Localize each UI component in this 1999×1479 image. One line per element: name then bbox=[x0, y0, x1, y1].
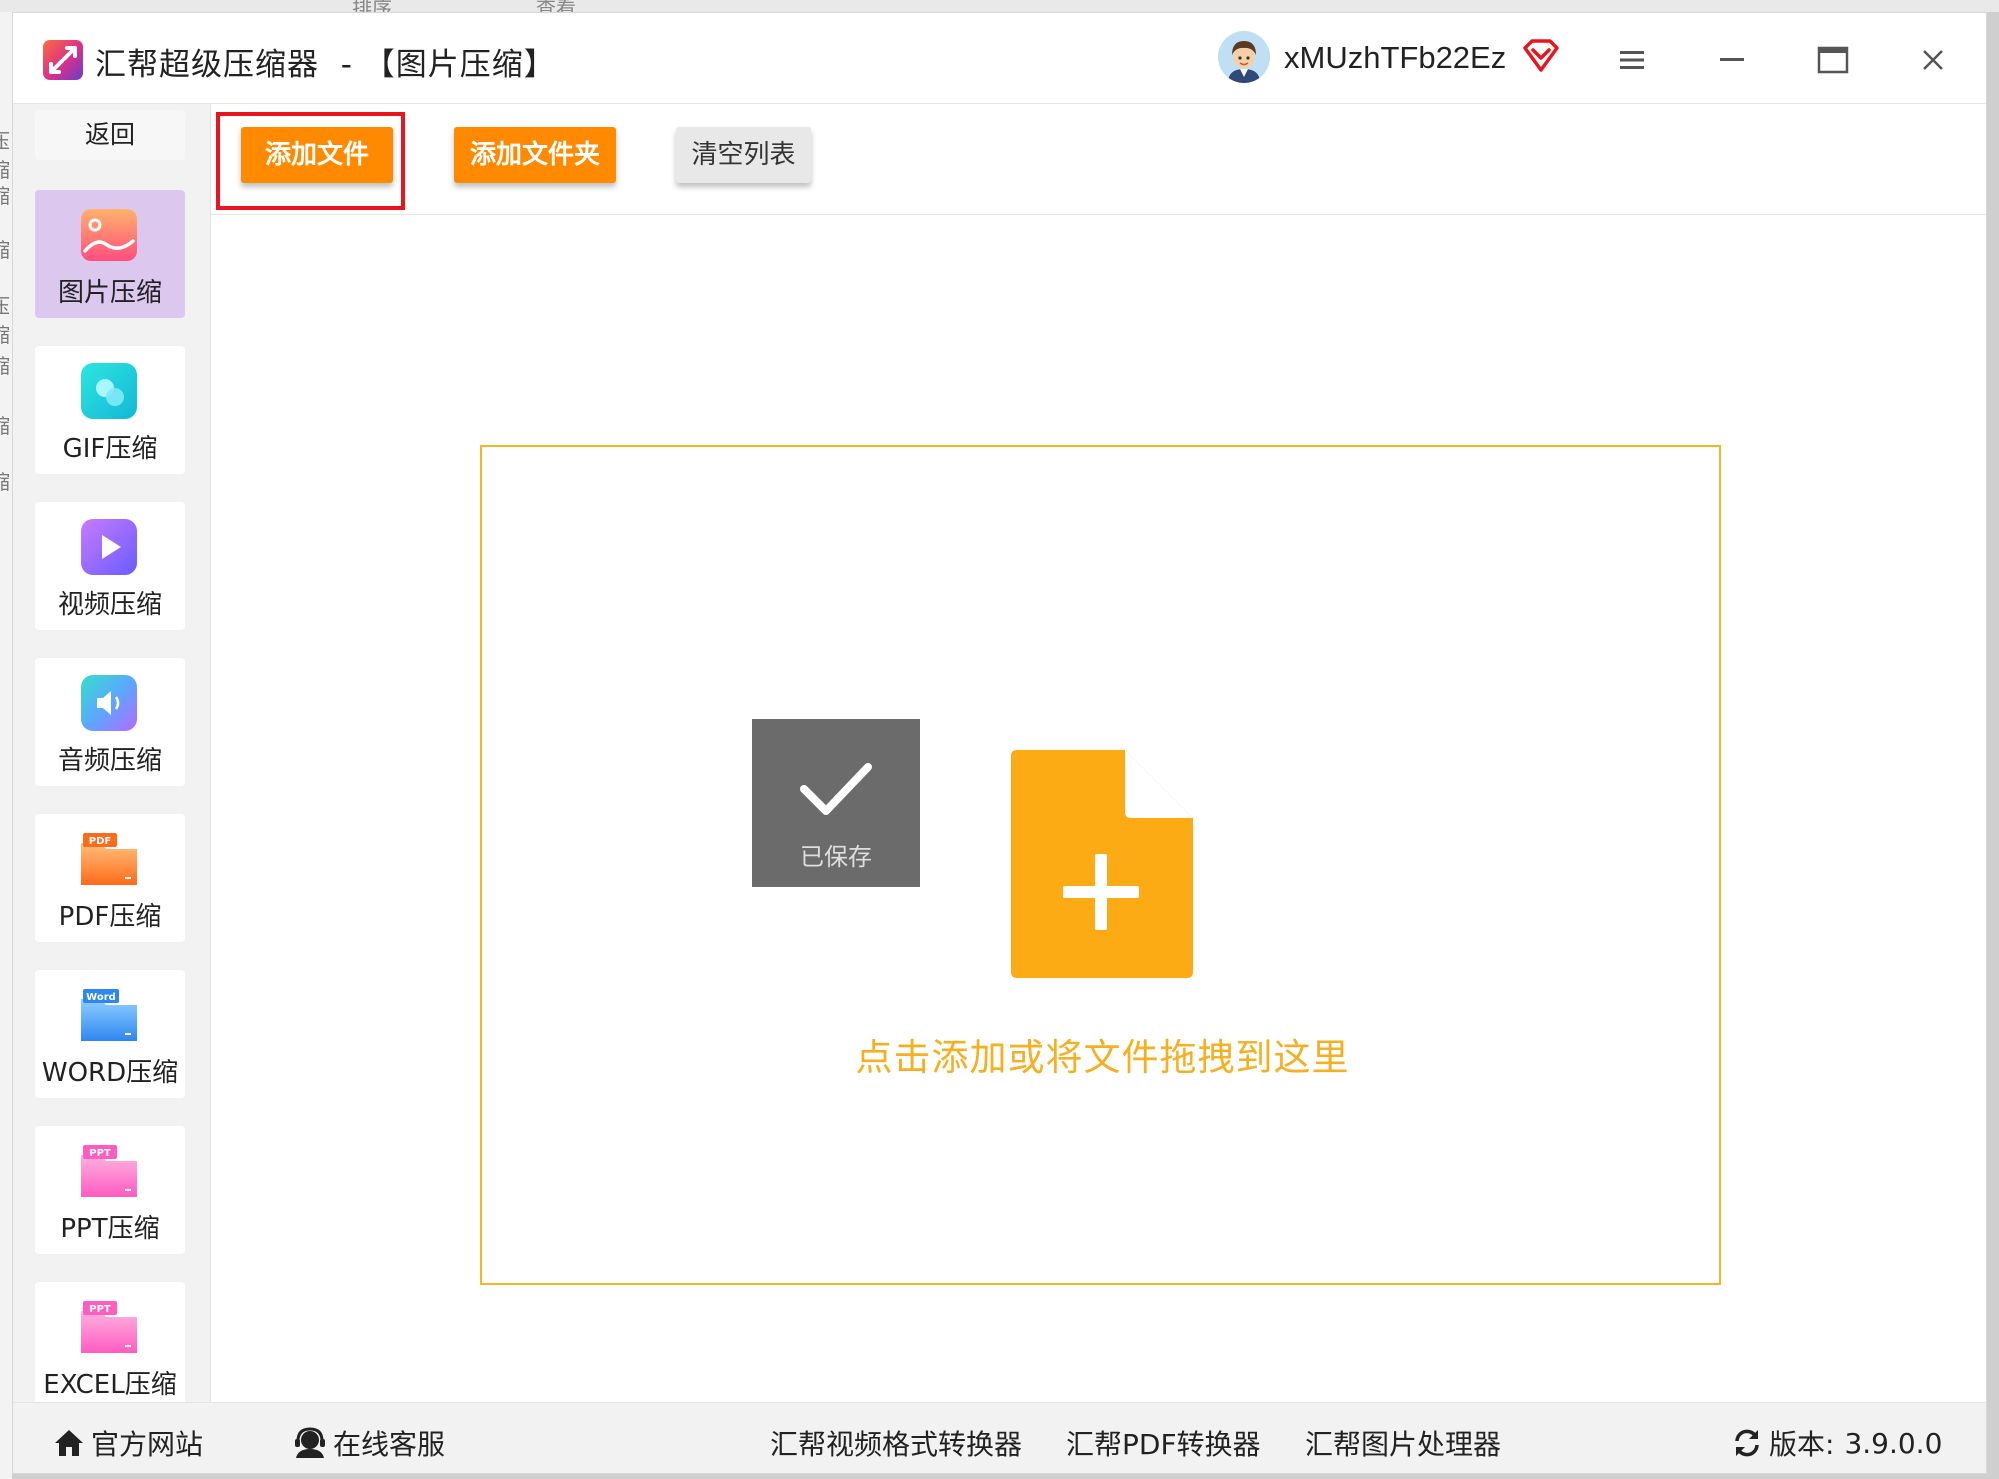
sidebar-item-excel-compress[interactable]: PPT EXCEL压缩 bbox=[35, 1282, 185, 1410]
version-label: 版本: bbox=[1769, 1428, 1835, 1461]
background-left-strip: 压缩 缩 缩 压缩 缩 缩 缩 bbox=[0, 12, 12, 1479]
sidebar-item-label: 图片压缩 bbox=[57, 278, 162, 308]
background-text: 缩 bbox=[0, 350, 10, 379]
online-support-link[interactable]: 在线客服 bbox=[293, 1423, 445, 1463]
image-processor-link[interactable]: 汇帮图片处理器 bbox=[1305, 1423, 1501, 1463]
add-file-button[interactable]: 添加文件 bbox=[241, 127, 393, 183]
sidebar-item-word-compress[interactable]: Word WORD压缩 bbox=[35, 970, 185, 1098]
official-website-link[interactable]: 官方网站 bbox=[53, 1423, 203, 1463]
add-file-icon[interactable] bbox=[1011, 750, 1193, 978]
sidebar-item-label: WORD压缩 bbox=[41, 1058, 179, 1088]
ppt-compress-icon: PPT bbox=[79, 1141, 139, 1201]
audio-compress-icon bbox=[79, 673, 139, 733]
background-sort-label: 排序 bbox=[352, 0, 392, 12]
back-button[interactable]: 返回 bbox=[35, 110, 185, 160]
background-view-label: 查看 bbox=[536, 0, 576, 12]
home-icon bbox=[55, 1430, 83, 1456]
sidebar-item-ppt-compress[interactable]: PPT PPT压缩 bbox=[35, 1126, 185, 1254]
menu-icon[interactable] bbox=[1610, 38, 1654, 82]
sidebar-item-audio-compress[interactable]: 音频压缩 bbox=[35, 658, 185, 786]
sidebar-item-pdf-compress[interactable]: PDF PDF压缩 bbox=[35, 814, 185, 942]
app-logo-icon bbox=[43, 40, 83, 80]
sidebar-item-label: PPT压缩 bbox=[60, 1214, 160, 1244]
background-text: 压缩 bbox=[0, 290, 12, 348]
gif-compress-icon bbox=[79, 361, 139, 421]
saved-label: 已保存 bbox=[800, 843, 872, 871]
online-support-label: 在线客服 bbox=[333, 1428, 446, 1461]
version-number: 3.9.0.0 bbox=[1844, 1426, 1943, 1460]
toolbar: 添加文件 添加文件夹 清空列表 bbox=[211, 104, 1986, 215]
title-bar[interactable]: 汇帮超级压缩器 - 【图片压缩】 xMUzhTFb22Ez bbox=[13, 13, 1986, 104]
checkmark-icon bbox=[800, 763, 872, 815]
official-website-label: 官方网站 bbox=[91, 1428, 204, 1461]
background-text: 缩 bbox=[0, 466, 10, 495]
current-section: 【图片压缩】 bbox=[363, 47, 556, 83]
sidebar-item-gif-compress[interactable]: GIF压缩 bbox=[35, 346, 185, 474]
headset-icon bbox=[295, 1427, 325, 1458]
username[interactable]: xMUzhTFb22Ez bbox=[1284, 40, 1506, 76]
app-window: 汇帮超级压缩器 - 【图片压缩】 xMUzhTFb22Ez 返回 图片压缩 GI… bbox=[12, 12, 1987, 1474]
excel-icon-text: PPT bbox=[89, 1304, 111, 1315]
close-icon[interactable] bbox=[1911, 38, 1955, 82]
clear-list-button[interactable]: 清空列表 bbox=[676, 127, 811, 183]
saved-badge: 已保存 bbox=[752, 719, 920, 887]
sidebar-item-label: 音频压缩 bbox=[57, 746, 162, 776]
sidebar-item-label: 视频压缩 bbox=[57, 590, 162, 620]
file-drop-zone[interactable]: 已保存 点击添加或将文件拖拽到这里 bbox=[480, 445, 1721, 1285]
sidebar-item-label: EXCEL压缩 bbox=[43, 1370, 177, 1400]
video-compress-icon bbox=[79, 517, 139, 577]
image-compress-icon bbox=[79, 205, 139, 265]
sidebar-item-image-compress[interactable]: 图片压缩 bbox=[35, 190, 185, 318]
avatar[interactable] bbox=[1218, 31, 1270, 83]
pdf-icon-text: PDF bbox=[89, 836, 111, 847]
word-compress-icon: Word bbox=[79, 985, 139, 1045]
background-text: 压缩 bbox=[0, 125, 12, 183]
version-info[interactable]: 版本: 3.9.0.0 bbox=[1731, 1423, 1942, 1463]
video-converter-link[interactable]: 汇帮视频格式转换器 bbox=[770, 1423, 1022, 1463]
word-icon-text: Word bbox=[86, 992, 116, 1003]
pdf-compress-icon: PDF bbox=[79, 829, 139, 889]
background-window-strip: 排序 查看 bbox=[0, 0, 1999, 12]
maximize-icon[interactable] bbox=[1811, 38, 1855, 82]
minimize-icon[interactable] bbox=[1710, 38, 1754, 82]
vip-diamond-icon[interactable] bbox=[1521, 36, 1561, 76]
excel-compress-icon: PPT bbox=[79, 1297, 139, 1357]
app-name: 汇帮超级压缩器 bbox=[95, 47, 319, 83]
pdf-converter-link[interactable]: 汇帮PDF转换器 bbox=[1066, 1423, 1261, 1463]
background-text: 缩 bbox=[0, 180, 10, 209]
window-title: 汇帮超级压缩器 - 【图片压缩】 bbox=[95, 39, 556, 84]
sidebar-item-label: PDF压缩 bbox=[58, 902, 162, 932]
status-bar: 官方网站 在线客服 汇帮视频格式转换器 汇帮PDF转换器 汇帮图片处理器 版本:… bbox=[13, 1402, 1986, 1473]
add-folder-button[interactable]: 添加文件夹 bbox=[454, 127, 616, 183]
refresh-icon bbox=[1735, 1429, 1759, 1457]
sidebar-item-label: GIF压缩 bbox=[62, 434, 158, 464]
ppt-icon-text: PPT bbox=[89, 1148, 111, 1159]
title-separator: - bbox=[340, 47, 353, 83]
sidebar-item-video-compress[interactable]: 视频压缩 bbox=[35, 502, 185, 630]
background-text: 缩 bbox=[0, 410, 10, 439]
drop-hint-text: 点击添加或将文件拖拽到这里 bbox=[855, 1036, 1350, 1079]
sidebar: 返回 图片压缩 GIF压缩 视频压缩 音频压缩 PDF PDF压缩 Word W… bbox=[13, 104, 211, 1410]
background-text: 缩 bbox=[0, 234, 10, 263]
